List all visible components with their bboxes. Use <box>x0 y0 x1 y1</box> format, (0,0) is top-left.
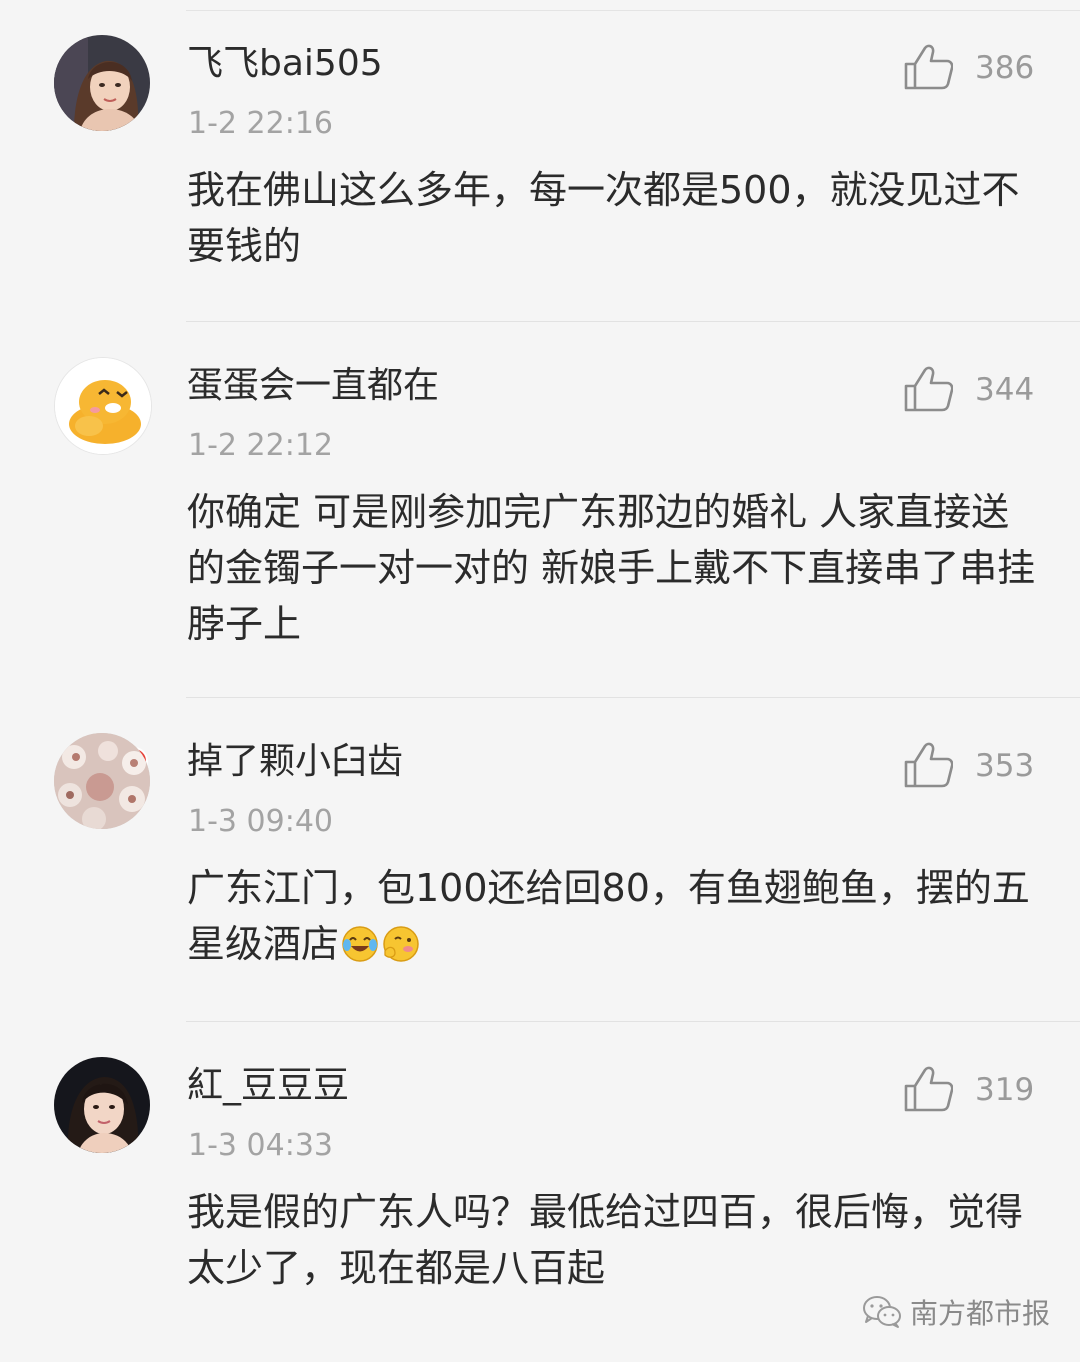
username[interactable]: 蛋蛋会一直都在 <box>187 362 439 410</box>
avatar[interactable] <box>54 35 150 131</box>
like-count: 319 <box>975 1072 1035 1108</box>
comment-item: 飞飞bai505 1-2 22:16 386 我在佛山这么多年，每一次都是500… <box>0 0 1080 322</box>
shy-emoji <box>381 925 419 963</box>
comment-text: 你确定 可是刚参加完广东那边的婚礼 人家直接送的金镯子一对一对的 新娘手上戴不下… <box>187 490 1036 646</box>
comment-text: 我在佛山这么多年，每一次都是500，就没见过不要钱的 <box>187 168 1020 268</box>
thumbs-up-icon[interactable] <box>903 742 953 788</box>
username[interactable]: 飞飞bai505 <box>187 40 383 88</box>
comment-item: 掉了颗小臼齿 1-3 09:40 353 广东江门，包100还给回80，有鱼翅鲍… <box>0 698 1080 1022</box>
laugh-cry-emoji <box>341 925 379 963</box>
comment-text-body: 广东江门，包100还给回80，有鱼翅鲍鱼，摆的五星级酒店 <box>187 866 1030 966</box>
thumbs-up-icon[interactable] <box>903 366 953 412</box>
comment-text: 广东江门，包100还给回80，有鱼翅鲍鱼，摆的五星级酒店 <box>187 860 1037 972</box>
like-count: 353 <box>975 748 1035 784</box>
username[interactable]: 紅_豆豆豆 <box>187 1062 349 1110</box>
thumbs-up-icon[interactable] <box>903 44 953 90</box>
comment-time: 1-2 22:16 <box>188 106 333 141</box>
comment-text: 我是假的广东人吗？最低给过四百，很后悔，觉得太少了，现在都是八百起 <box>187 1190 1024 1290</box>
like-count: 344 <box>975 372 1035 408</box>
avatar[interactable] <box>54 733 150 829</box>
username[interactable]: 掉了颗小臼齿 <box>187 738 403 786</box>
comment-list: 飞飞bai505 1-2 22:16 386 我在佛山这么多年，每一次都是500… <box>0 0 1080 1352</box>
watermark-text: 南方都市报 <box>910 1297 1051 1330</box>
comment-item: 蛋蛋会一直都在 1-2 22:12 344 你确定 可是刚参加完广东那边的婚礼 … <box>0 322 1080 775</box>
comment-time: 1-3 09:40 <box>188 804 333 839</box>
comment-time: 1-3 04:33 <box>188 1128 333 1163</box>
comment-time: 1-2 22:12 <box>188 428 333 463</box>
avatar[interactable] <box>54 357 152 455</box>
avatar[interactable] <box>54 1057 150 1153</box>
wechat-icon <box>863 1296 901 1328</box>
thumbs-up-icon[interactable] <box>903 1066 953 1112</box>
watermark: 南方都市报 <box>862 1290 1050 1334</box>
like-count: 386 <box>975 50 1035 86</box>
